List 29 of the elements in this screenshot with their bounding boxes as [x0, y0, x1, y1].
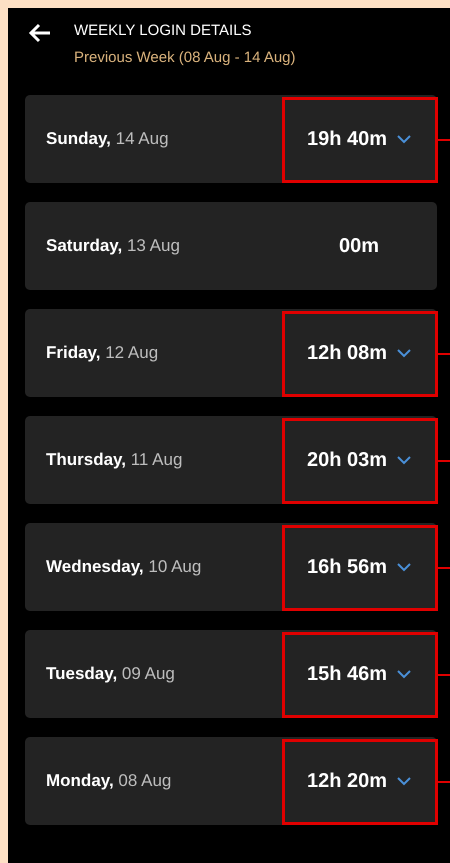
chevron-down-icon[interactable] [397, 670, 412, 678]
login-duration: 12h 08m [306, 342, 388, 364]
leader-line [437, 781, 450, 783]
leader-line [437, 567, 450, 569]
login-duration: 12h 20m [306, 770, 388, 792]
week-range: Previous Week (08 Aug - 14 Aug) [74, 49, 296, 66]
day-label: Tuesday, 09 Aug [45, 664, 176, 684]
chevron-down-icon[interactable] [397, 562, 412, 572]
login-duration: 16h 56m [306, 556, 388, 578]
day-label: Wednesday, 10 Aug [45, 557, 202, 577]
day-label: Monday, 08 Aug [45, 771, 172, 791]
day-label: Saturday, 13 Aug [45, 236, 181, 256]
login-duration: 19h 40m [306, 128, 388, 150]
chevron-down-icon[interactable] [397, 348, 412, 358]
login-duration: 00m [338, 234, 380, 258]
back-arrow-icon[interactable] [28, 23, 52, 43]
leader-line [437, 674, 450, 676]
day-label: Sunday, 14 Aug [45, 129, 170, 149]
leader-line [437, 139, 450, 141]
leader-line [437, 460, 450, 462]
login-duration: 15h 46m [306, 662, 388, 686]
chevron-down-icon[interactable] [397, 134, 412, 144]
day-label: Thursday, 11 Aug [45, 450, 184, 470]
day-label: Friday, 12 Aug [45, 343, 160, 363]
login-duration: 20h 03m [306, 448, 388, 472]
page-title: WEEKLY LOGIN DETAILS [74, 22, 253, 39]
chevron-down-icon[interactable] [397, 456, 412, 464]
chevron-down-icon[interactable] [397, 776, 412, 786]
leader-line [437, 353, 450, 355]
